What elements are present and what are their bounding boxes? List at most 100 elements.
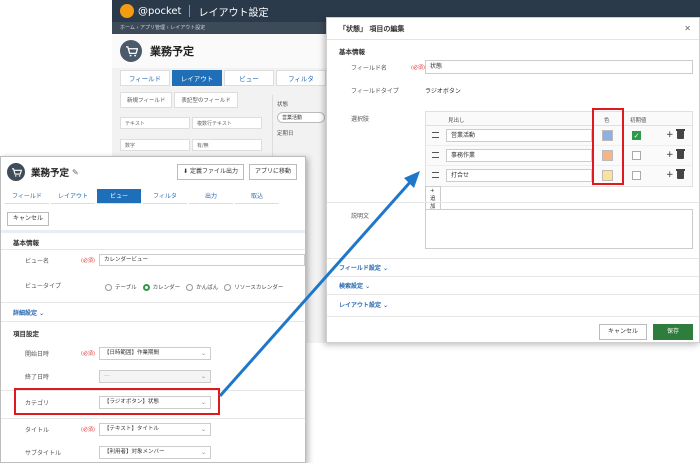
layout-settings-toggle[interactable]: レイアウト設定 ⌄ [339,300,388,309]
start-date-select[interactable]: 【日時範囲】作業期間 ⌄ [99,347,211,360]
trash-icon[interactable] [676,169,685,179]
required-badge: (必須) [81,427,95,433]
trash-icon[interactable] [676,129,685,139]
pencil-icon[interactable]: ✎ [72,168,79,177]
description-textarea[interactable] [425,209,693,249]
required-badge: (必須) [81,258,95,264]
option-row: 営業活動 ✓ + [426,126,692,146]
tab-field[interactable]: フィールド [5,189,49,204]
description-label: 説明文 [351,213,370,220]
close-icon[interactable]: ✕ [684,24,691,33]
category-row-highlight [14,388,220,415]
option-label-input[interactable]: 打合せ [446,169,592,182]
radio-kanban[interactable] [186,283,194,291]
color-column-highlight [592,108,624,185]
bg-tab-view[interactable]: ビュー [224,70,274,86]
bg-page-title: 業務予定 [150,45,194,58]
chevron-down-icon: ⌄ [200,426,206,433]
bg-tabs: フィールド レイアウト ビュー フィルタ [120,70,328,86]
section-basic: 基本情報 [339,48,365,56]
dialog-header: 「状態」 項目の編集 ✕ [327,18,699,40]
title-label: タイトル [25,427,50,434]
trash-icon[interactable] [676,149,685,159]
drag-handle-icon[interactable] [432,172,439,178]
go-to-app-button[interactable]: アプリに移動 [249,164,298,180]
option-label-input[interactable]: 事務作業 [446,149,592,162]
field-type-value: ラジオボタン [425,88,461,95]
field-type-label: フィールドタイプ [351,88,399,95]
tab-view[interactable]: ビュー [97,189,141,204]
cancel-button[interactable]: キャンセル [599,324,647,340]
tab-import[interactable]: 取込 [235,189,279,204]
drag-handle-icon[interactable] [432,152,439,158]
bg-tab-layout[interactable]: レイアウト [172,70,222,86]
bg-sub-tab-new[interactable]: 新規フィールド [120,92,173,108]
add-row-icon[interactable]: + [666,170,674,180]
chevron-down-icon: ⌄ [383,302,389,309]
option-row: 事務作業 + [426,146,692,166]
header-label: 見出し [448,118,465,124]
chevron-down-icon: ⌄ [365,283,371,290]
start-date-label: 開始日時 [25,351,50,358]
default-checkbox[interactable] [632,171,641,180]
view-name-label: ビュー名 [25,258,50,265]
dialog-title: 「状態」 項目の編集 [339,24,405,33]
detail-settings-toggle[interactable]: 詳細設定 ⌄ [13,308,44,317]
app-logo-text: @pocket [138,5,182,17]
save-button[interactable]: 保存 [653,324,693,340]
view-settings-panel: 業務予定 ✎ ⬇ 定義ファイル出力 アプリに移動 フィールド レイアウト ビュー… [0,156,306,463]
header-default: 初期値 [630,118,647,124]
field-settings-toggle[interactable]: フィールド設定 ⌄ [339,263,388,272]
options-label: 選択肢 [351,116,370,123]
view-type-radios: テーブル カレンダー かんばん リソースカレンダー [99,283,283,291]
tab-filter[interactable]: フィルタ [143,189,187,204]
radio-table[interactable] [105,283,112,291]
view-type-label: ビュータイプ [25,283,62,290]
end-date-select[interactable]: --- ⌄ [99,370,211,383]
default-checkbox[interactable] [632,151,641,160]
palette-item[interactable]: 複数行テキスト [192,117,262,129]
palette-item[interactable]: テキスト [120,117,190,129]
chevron-down-icon: ⌄ [382,265,389,272]
page-title: 業務予定 [31,168,70,179]
field-name-input[interactable]: 状態 [425,60,693,74]
export-definition-button[interactable]: ⬇ 定義ファイル出力 [177,164,244,180]
option-label-input[interactable]: 営業活動 [446,129,592,142]
cart-icon [120,40,142,62]
bg-sub-tab-existing[interactable]: 表記型のフィールド [174,92,238,108]
options-table: 見出し 色 初期値 営業活動 ✓ + 事務作業 + 打合せ + [425,111,693,187]
cancel-button[interactable]: キャンセル [7,212,50,226]
required-badge: (必須) [81,351,95,357]
palette-item[interactable]: 数字 [120,139,190,151]
subtitle-label: サブタイトル [25,450,62,457]
bg-field-pill[interactable]: 営業活動 [277,112,325,123]
download-icon: ⬇ [183,168,189,175]
chevron-down-icon: ⌄ [200,350,206,357]
end-date-label: 終了日時 [25,374,50,381]
required-badge: (必須) [411,65,425,71]
field-name-label: フィールド名 [351,65,387,72]
cart-icon [7,163,25,181]
radio-resource-calendar[interactable] [224,283,232,291]
drag-handle-icon[interactable] [432,132,439,138]
default-checkbox[interactable]: ✓ [632,131,641,140]
options-header: 見出し 色 初期値 [426,112,692,126]
add-row-icon[interactable]: + [666,130,674,140]
section-items: 項目設定 [13,330,39,338]
palette-item[interactable]: 有/無 [192,139,262,151]
title-select[interactable]: 【テキスト】タイトル ⌄ [99,423,211,436]
field-edit-dialog: 「状態」 項目の編集 ✕ 基本情報 フィールド名 (必須) 状態 フィールドタイ… [326,17,700,343]
add-row-icon[interactable]: + [666,150,674,160]
bg-sub-tabs: 新規フィールド 表記型のフィールド [120,92,240,108]
subtitle-select[interactable]: 【利用者】対象メンバー ⌄ [99,446,211,459]
chevron-down-icon: ⌄ [200,373,206,380]
bg-tab-filter[interactable]: フィルタ [276,70,326,86]
search-settings-toggle[interactable]: 検索設定 ⌄ [339,281,370,290]
tab-layout[interactable]: レイアウト [51,189,95,204]
pocket-logo-icon [120,4,134,18]
section-basic: 基本情報 [13,239,39,247]
radio-calendar[interactable] [142,283,150,291]
tab-output[interactable]: 出力 [189,189,233,204]
view-name-input[interactable]: カレンダービュー [99,254,305,266]
bg-tab-field[interactable]: フィールド [120,70,170,86]
